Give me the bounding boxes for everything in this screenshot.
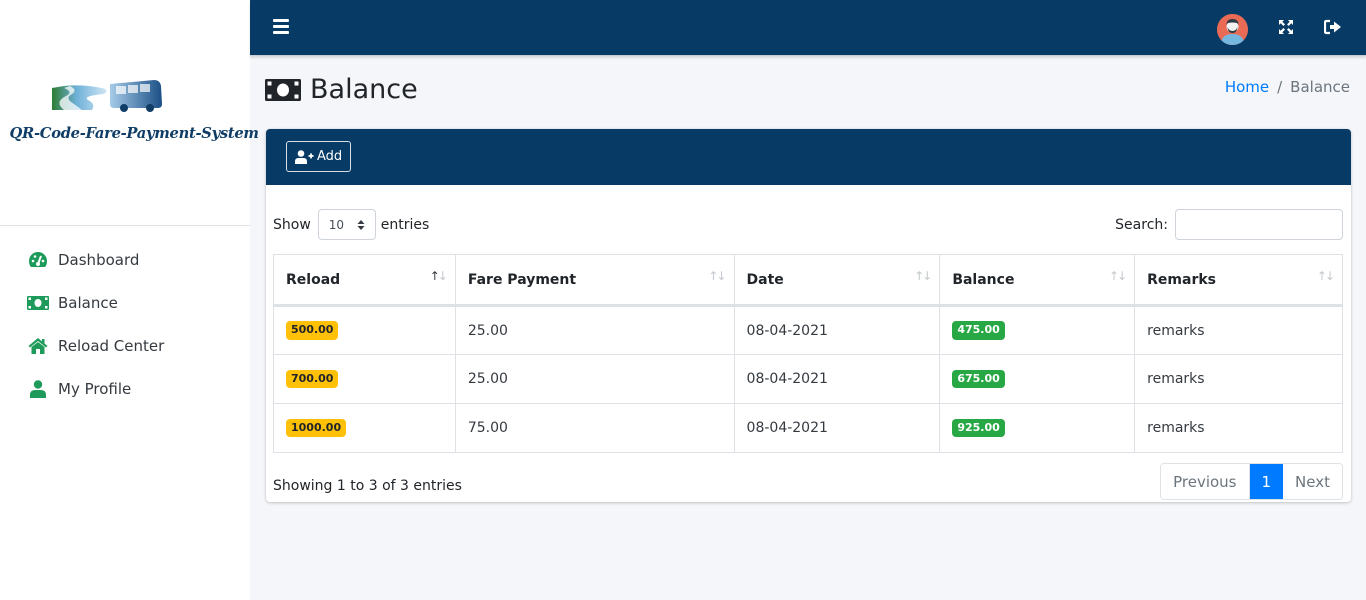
cell-fare-payment: 25.00 [454,305,735,355]
cell-reload: 700.00 [273,354,456,404]
cell-remarks: remarks [1134,403,1343,453]
breadcrumb-home-link[interactable]: Home [1225,78,1269,96]
reload-badge: 1000.00 [286,418,347,438]
breadcrumb-current: Balance [1290,78,1350,96]
column-header-reload[interactable]: Reload ↑↓ [273,254,456,307]
home-icon [27,337,49,355]
table-row: 1000.00 75.00 08-04-2021 925.00 remarks [273,403,1343,453]
column-label: Fare Payment [467,271,577,288]
column-label: Date [746,271,784,288]
balance-table: Reload ↑↓ Fare Payment ↑↓ Date ↑↓ Balance ↑↓… [273,254,1343,453]
select-arrows-icon [357,219,365,230]
cell-balance: 475.00 [939,305,1136,355]
table-row: 500.00 25.00 08-04-2021 475.00 remarks [273,305,1343,355]
sidebar-item-dashboard[interactable]: Dashboard [0,238,250,281]
reload-badge: 500.00 [286,321,339,340]
sort-icon: ↑↓ [914,269,932,283]
table-row: 700.00 25.00 08-04-2021 675.00 remarks [273,354,1343,404]
column-header-fare-payment[interactable]: Fare Payment ↑↓ [454,254,735,307]
sidebar-item-label: Balance [58,293,118,312]
sort-icon: ↑↓ [429,269,448,283]
search-control: Search: [1115,209,1343,240]
pagination-next[interactable]: Next [1283,464,1342,499]
expand-icon[interactable] [1278,19,1296,37]
page-length-control: Show 10 entries [273,209,429,240]
add-button-label: Add [317,149,343,164]
sidebar-item-my-profile[interactable]: My Profile [0,367,250,410]
show-label: Show [273,216,311,233]
sort-icon: ↑↓ [708,269,726,283]
brand: QR-Code-Fare-Payment-System [0,0,259,226]
sidebar-item-label: My Profile [58,379,132,398]
column-label: Reload [286,271,341,288]
table-header-row: Reload ↑↓ Fare Payment ↑↓ Date ↑↓ Balance ↑↓… [273,254,1343,307]
cell-date: 08-04-2021 [733,305,941,355]
page-title: Balance [265,74,418,105]
column-header-date[interactable]: Date ↑↓ [733,254,941,307]
breadcrumb: Home / Balance [1225,78,1350,96]
sort-icon: ↑↓ [1109,269,1127,283]
cell-fare-payment: 25.00 [454,354,735,404]
page-heading: Balance [310,74,418,105]
pagination-page-1[interactable]: 1 [1249,464,1284,499]
pagination: Previous 1 Next [1160,463,1343,500]
balance-card: Add Show 10 entries Search: Reload ↑↓ Far… [266,129,1351,502]
column-header-remarks[interactable]: Remarks ↑↓ [1134,254,1343,307]
sort-icon: ↑↓ [1316,269,1335,283]
money-bill-icon [265,78,301,101]
money-bill-icon [27,294,49,312]
pagination-previous[interactable]: Previous [1161,464,1250,499]
reload-badge: 700.00 [286,369,339,389]
sidebar-item-label: Dashboard [58,250,140,269]
entries-label: entries [380,216,430,233]
sign-out-icon[interactable] [1323,19,1342,37]
tachometer-icon [27,251,49,269]
page-length-value: 10 [328,217,345,232]
top-navbar [250,0,1366,56]
balance-badge: 925.00 [952,418,1005,438]
app-logo-text: QR-Code-Fare-Payment-System [9,124,259,142]
column-label: Remarks [1147,271,1216,288]
balance-badge: 475.00 [952,321,1005,340]
search-label: Search: [1115,216,1168,233]
cell-remarks: remarks [1134,305,1343,355]
user-avatar[interactable] [1217,14,1248,45]
sidebar-item-reload-center[interactable]: Reload Center [0,324,250,367]
sidebar-item-balance[interactable]: Balance [0,281,250,324]
breadcrumb-separator: / [1277,78,1283,96]
sidebar-item-label: Reload Center [58,336,165,355]
balance-badge: 675.00 [952,369,1005,389]
cell-balance: 675.00 [939,354,1136,404]
hamburger-icon[interactable] [273,19,289,37]
user-icon [27,379,49,398]
cell-reload: 1000.00 [273,403,456,453]
sidebar: QR-Code-Fare-Payment-System Dashboard Ba… [0,0,259,600]
card-header: Add [266,129,1351,185]
cell-reload: 500.00 [273,305,456,355]
cell-date: 08-04-2021 [733,354,941,404]
sidebar-nav: Dashboard Balance Reload Center My Profi… [0,226,250,410]
cell-balance: 925.00 [939,403,1136,453]
page-length-select[interactable]: 10 [317,209,376,240]
cell-fare-payment: 75.00 [454,403,735,453]
bus-logo-icon [52,80,162,112]
user-plus-icon [295,149,314,164]
table-info: Showing 1 to 3 of 3 entries [273,478,462,494]
column-label: Balance [952,271,1015,288]
cell-date: 08-04-2021 [733,403,941,453]
cell-remarks: remarks [1134,354,1343,404]
add-button[interactable]: Add [286,141,352,172]
search-input[interactable] [1175,209,1343,240]
column-header-balance[interactable]: Balance ↑↓ [939,254,1136,307]
